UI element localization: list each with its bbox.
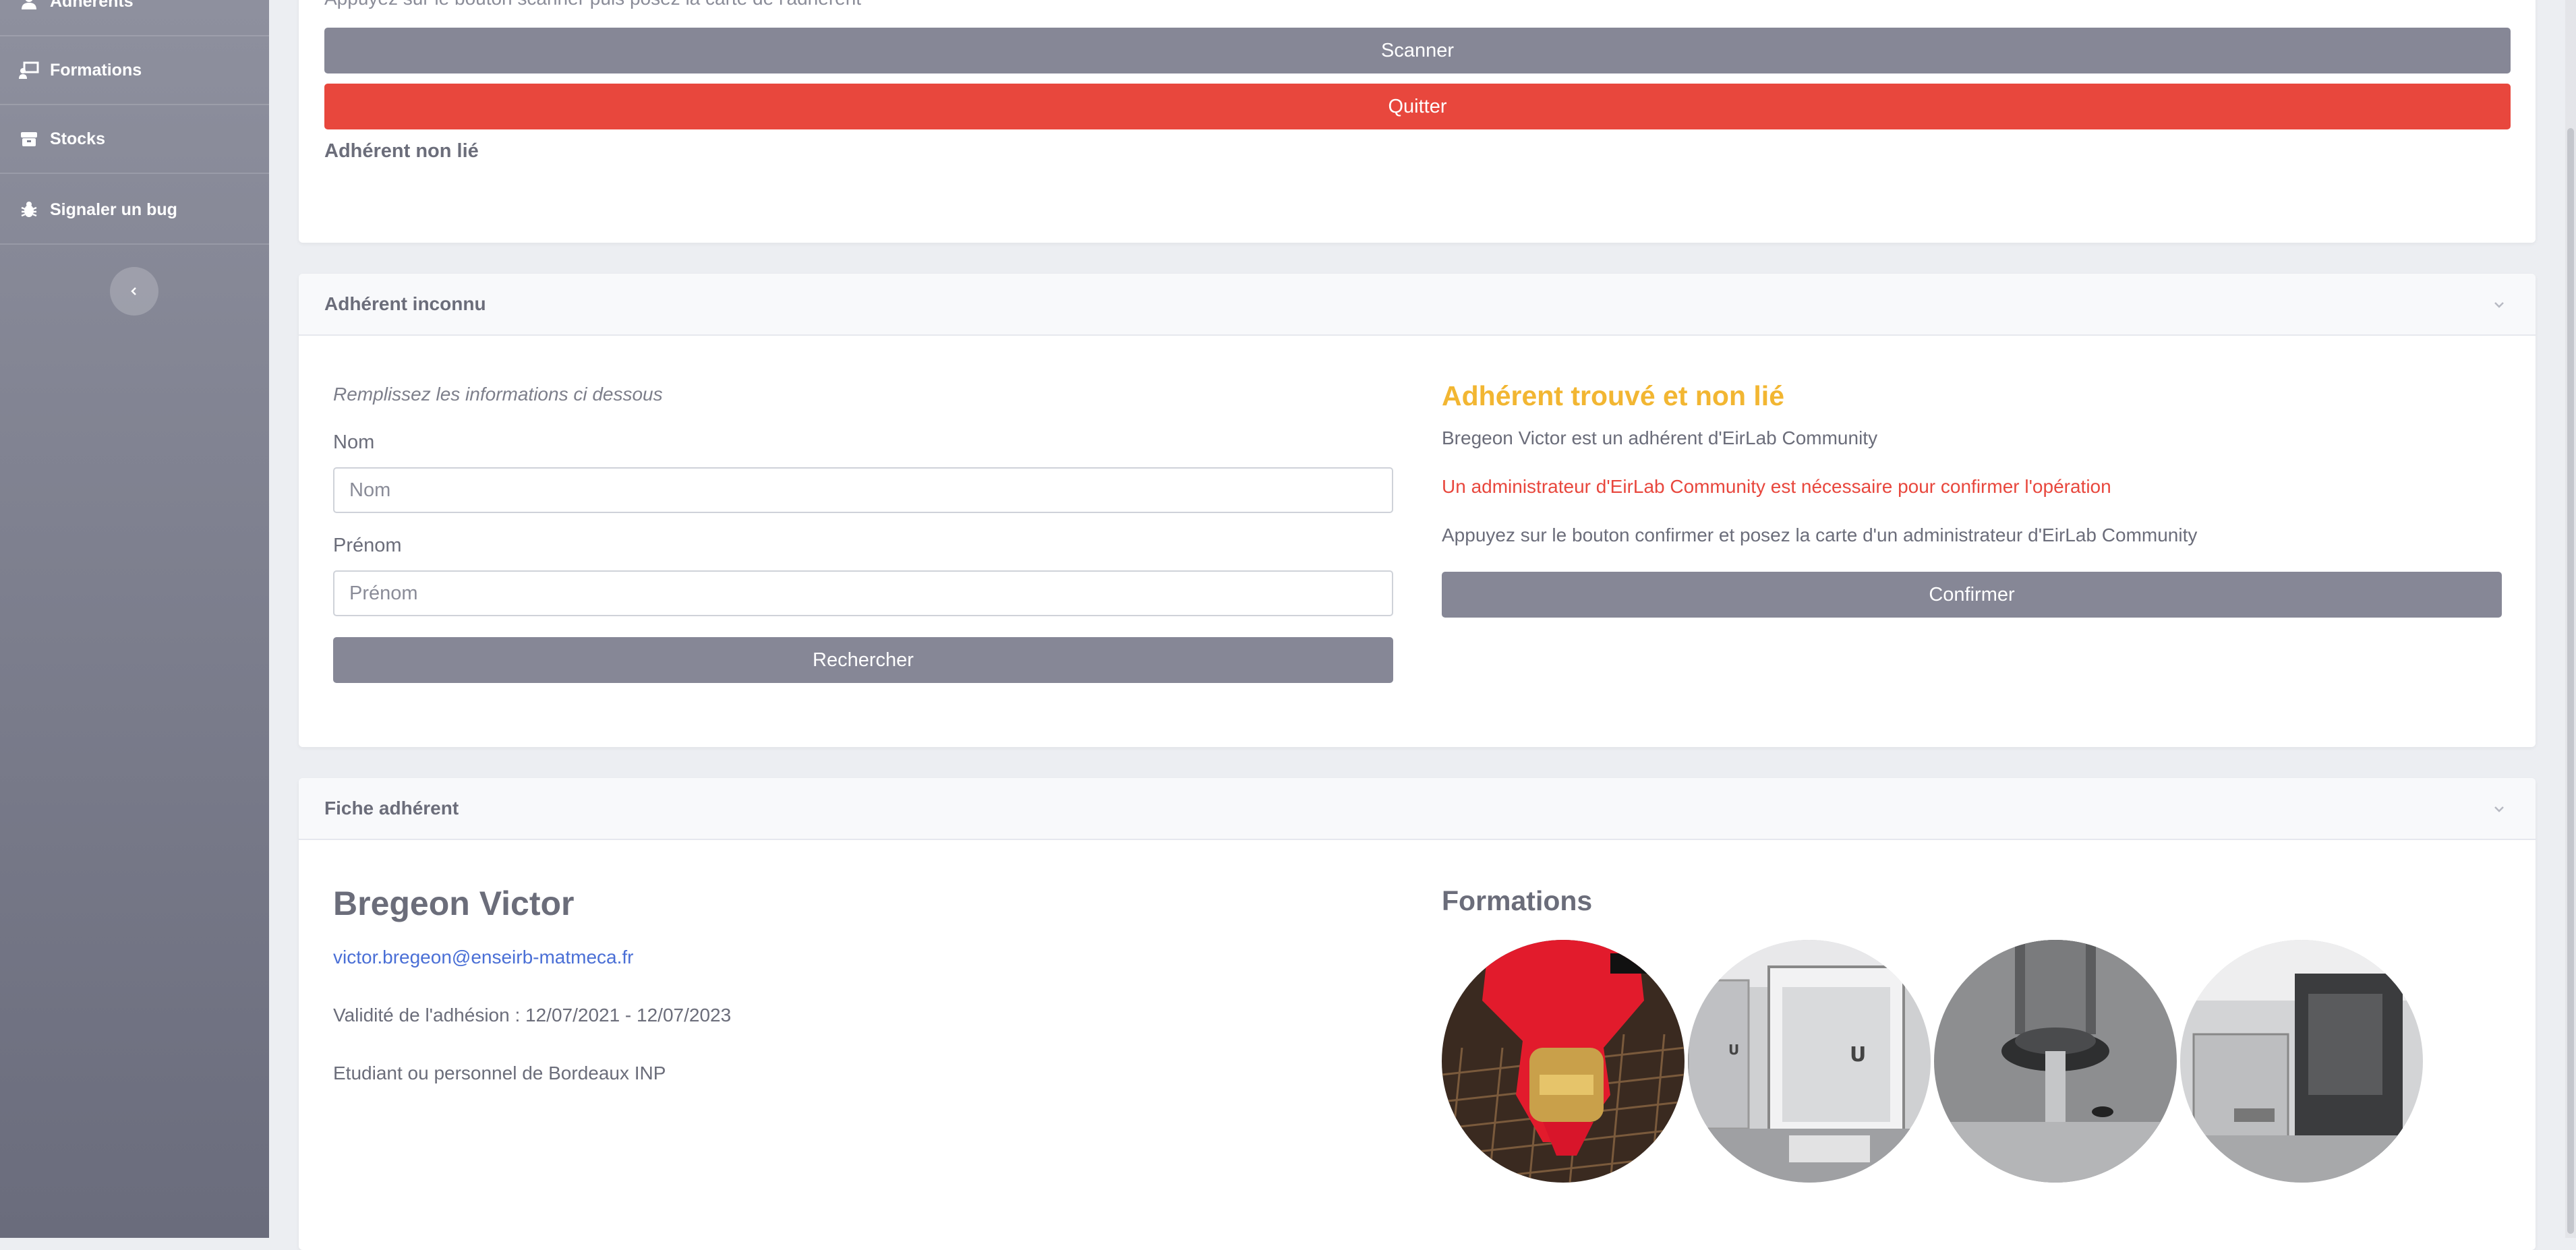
scan-instruction-text: Appuyez sur le bouton scanner puis posez… — [324, 0, 861, 9]
card-title: Adhérent inconnu — [324, 293, 486, 314]
svg-text:U: U — [1728, 1042, 1739, 1058]
sidebar-item-formations[interactable]: Formations — [0, 36, 269, 105]
sidebar-item-label: Formations — [50, 60, 142, 80]
formation-3d-printer-photo[interactable]: U U — [1688, 940, 1931, 1183]
nom-label: Nom — [333, 431, 375, 453]
scrollbar-thumb[interactable] — [2567, 128, 2574, 1234]
nom-input[interactable] — [333, 467, 1393, 513]
sidebar-item-label: Adhérents — [50, 0, 134, 11]
member-name: Bregeon Victor — [333, 885, 575, 922]
scan-card: Appuyez sur le bouton scanner puis posez… — [299, 0, 2536, 243]
unknown-member-card: Adhérent inconnu Remplissez les informat… — [299, 274, 2536, 747]
admin-required-text: Un administrateur d'EirLab Community est… — [1442, 476, 2111, 497]
scan-button[interactable]: Scanner — [324, 28, 2511, 73]
member-status: Etudiant ou personnel de Bordeaux INP — [333, 1063, 666, 1083]
chevron-left-icon — [131, 287, 136, 295]
sidebar-item-label: Signaler un bug — [50, 200, 177, 219]
sidebar-item-signaler-bug[interactable]: Signaler un bug — [0, 176, 269, 245]
found-text: Bregeon Victor est un adhérent d'EirLab … — [1442, 427, 1878, 448]
formation-machine-photo[interactable] — [2180, 940, 2423, 1183]
confirm-button[interactable]: Confirmer — [1442, 572, 2502, 618]
formations-title: Formations — [1442, 885, 1593, 916]
bug-icon — [18, 198, 40, 221]
sidebar-item-stocks[interactable]: Stocks — [0, 105, 269, 174]
found-title: Adhérent trouvé et non lié — [1442, 380, 1784, 411]
card-title: Fiche adhérent — [324, 798, 459, 819]
box-icon — [18, 127, 40, 150]
chevron-down-icon — [2494, 806, 2504, 812]
page-scrollbar[interactable] — [2565, 0, 2576, 1238]
formation-laser-cutter-photo[interactable] — [1442, 940, 1685, 1183]
sidebar-item-adherents[interactable]: Adhérents — [0, 0, 269, 36]
prenom-label: Prénom — [333, 535, 402, 556]
sidebar-item-label: Stocks — [50, 129, 105, 148]
chevron-down-icon — [2494, 302, 2504, 308]
chalkboard-teacher-icon — [18, 59, 40, 82]
member-profile-card-header[interactable]: Fiche adhérent — [299, 778, 2536, 840]
form-hint: Remplissez les informations ci dessous — [333, 384, 663, 405]
link-status-text: Adhérent non lié — [324, 140, 479, 162]
unknown-member-card-header[interactable]: Adhérent inconnu — [299, 274, 2536, 336]
membership-validity: Validité de l'adhésion : 12/07/2021 - 12… — [333, 1005, 732, 1025]
search-button[interactable]: Rechercher — [333, 637, 1393, 683]
quit-button[interactable]: Quitter — [324, 84, 2511, 129]
formation-cnc-mill-photo[interactable] — [1934, 940, 2177, 1183]
svg-text:U: U — [1850, 1043, 1866, 1067]
member-email-link[interactable]: victor.bregeon@enseirb-matmeca.fr — [333, 947, 634, 968]
sidebar: Adhérents Formations Stocks Signaler un … — [0, 0, 269, 1238]
user-icon — [18, 0, 40, 13]
confirm-instruction-text: Appuyez sur le bouton confirmer et posez… — [1442, 525, 2198, 545]
sidebar-collapse-button[interactable] — [110, 267, 158, 316]
prenom-input[interactable] — [333, 570, 1393, 616]
